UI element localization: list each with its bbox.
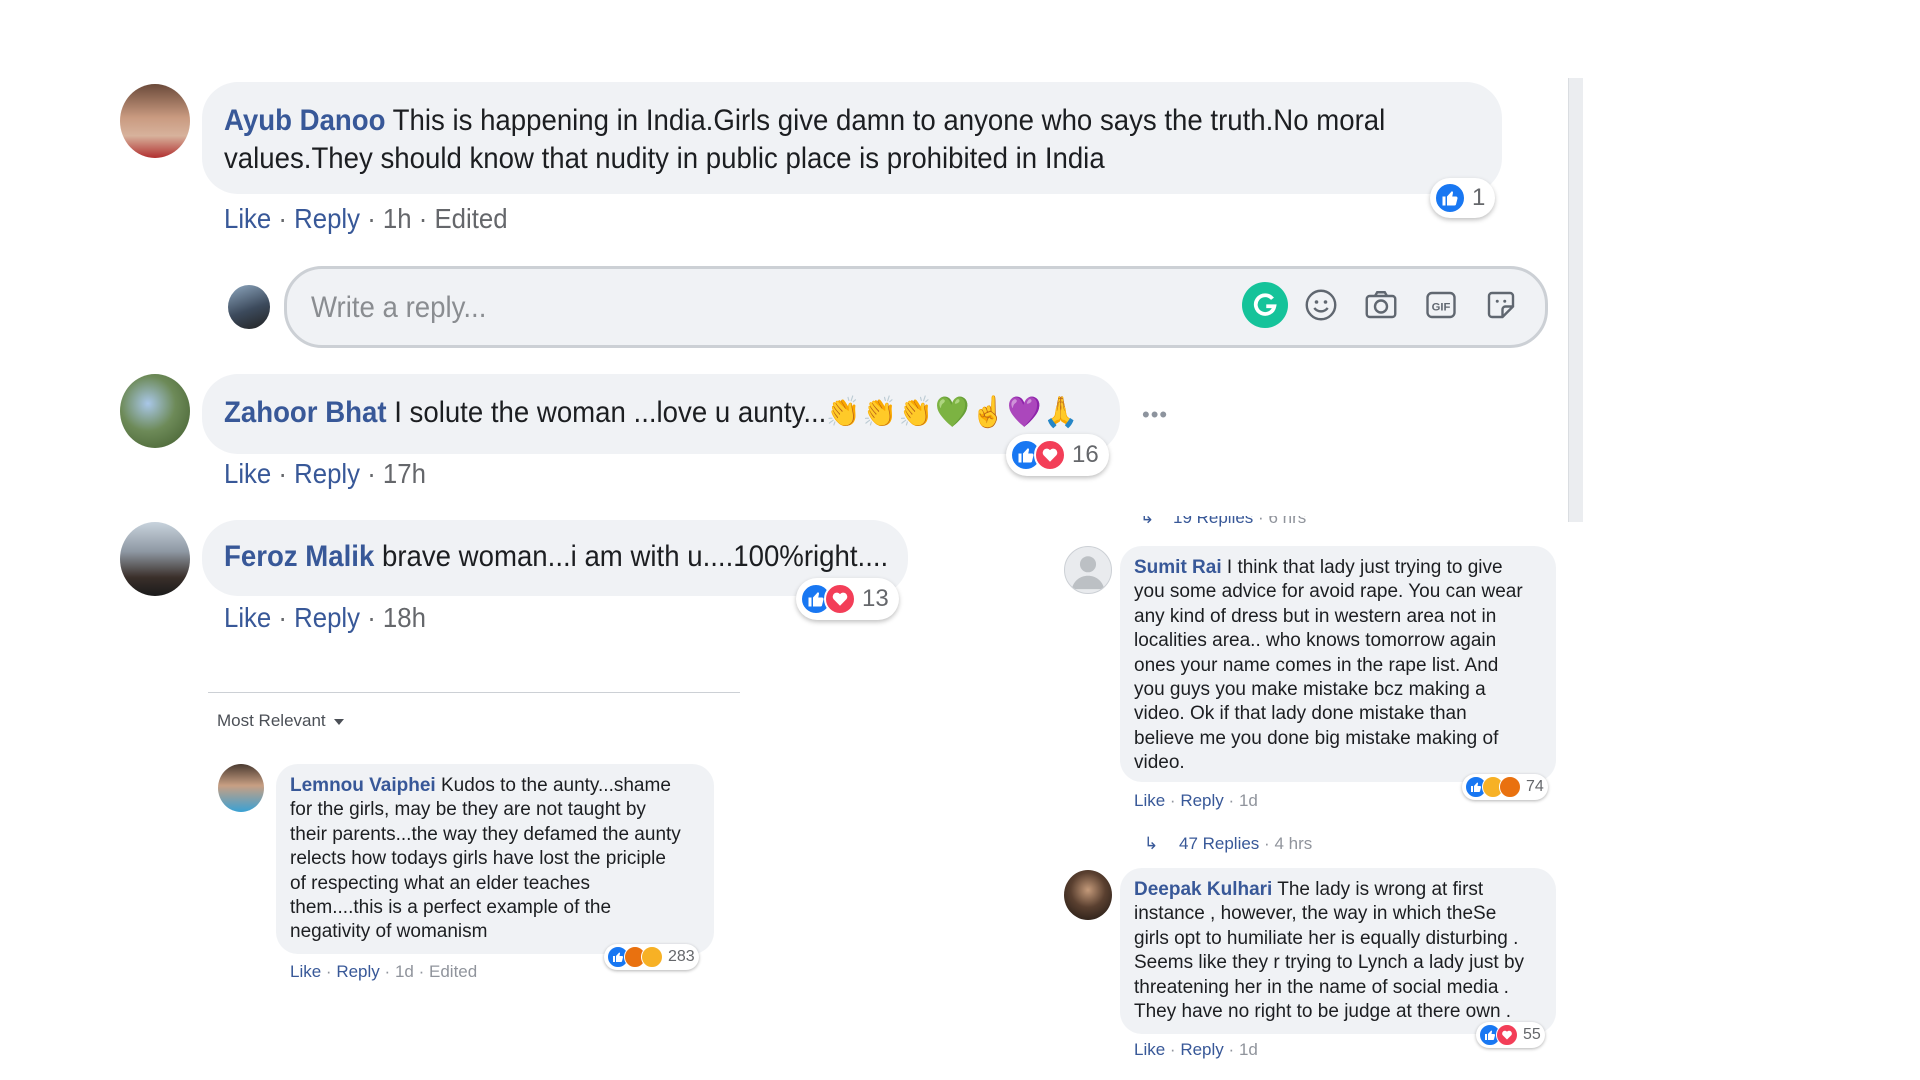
avatar[interactable]: [218, 764, 264, 812]
like-link[interactable]: Like: [290, 962, 321, 981]
reply-placeholder: Write a reply...: [311, 291, 487, 324]
comment-bubble: Lemnou Vaiphei Kudos to the aunty...sham…: [276, 764, 714, 954]
comment-actions: Like · Reply · 1d: [1134, 1040, 1258, 1059]
avatar: [228, 285, 270, 329]
comment-actions: Like · Reply · 1d: [1134, 791, 1258, 810]
comment-actions: Like · Reply · 1h · Edited: [224, 203, 508, 234]
like-reaction-icon: [1434, 182, 1466, 214]
timestamp[interactable]: 1d: [1239, 1040, 1258, 1059]
haha-reaction-icon: [641, 946, 663, 968]
like-link[interactable]: Like: [224, 602, 271, 633]
reply-link[interactable]: Reply: [294, 602, 360, 633]
reaction-summary[interactable]: 1: [1430, 178, 1496, 218]
divider: [208, 692, 740, 693]
reply-link[interactable]: Reply: [294, 203, 360, 234]
comment-bubble: Deepak Kulhari The lady is wrong at firs…: [1120, 868, 1556, 1034]
commenter-name[interactable]: Lemnou Vaiphei: [290, 775, 436, 796]
commenter-name[interactable]: Feroz Malik: [224, 540, 374, 573]
comment-bubble: Zahoor Bhat I solute the woman ...love u…: [202, 374, 1120, 454]
like-link[interactable]: Like: [224, 458, 271, 489]
reply-input[interactable]: Write a reply... GIF: [284, 266, 1548, 348]
commenter-name[interactable]: Deepak Kulhari: [1134, 879, 1272, 900]
love-reaction-icon: [1496, 1024, 1518, 1046]
reply-link[interactable]: Reply: [336, 962, 379, 981]
scrollbar[interactable]: [1568, 78, 1583, 522]
commenter-name[interactable]: Zahoor Bhat: [224, 396, 387, 429]
edited-label[interactable]: Edited: [434, 203, 507, 234]
more-options-button[interactable]: •••: [1142, 402, 1168, 428]
edited-label[interactable]: Edited: [429, 962, 477, 981]
reaction-count: 74: [1526, 778, 1544, 795]
grammarly-icon[interactable]: [1242, 282, 1288, 328]
avatar[interactable]: [120, 522, 190, 596]
reply-link[interactable]: Reply: [294, 458, 360, 489]
like-link[interactable]: Like: [224, 203, 271, 234]
reaction-count: 55: [1523, 1026, 1541, 1043]
gif-icon[interactable]: GIF: [1423, 287, 1459, 323]
commenter-name[interactable]: Ayub Danoo: [224, 104, 386, 137]
emoji-icon[interactable]: [1303, 287, 1339, 323]
svg-text:GIF: GIF: [1432, 301, 1451, 313]
timestamp[interactable]: 1h: [383, 203, 412, 234]
avatar[interactable]: [1064, 870, 1112, 920]
emoji-string: 👏👏👏💚☝💜🙏: [826, 396, 1080, 429]
reaction-summary[interactable]: 13: [796, 578, 899, 620]
reply-arrow-icon: ↳: [1140, 516, 1155, 527]
reply-arrow-icon: ↳: [1144, 834, 1159, 853]
view-replies-link[interactable]: ↳ 47 Replies · 4 hrs: [1144, 834, 1312, 854]
timestamp[interactable]: 1d: [395, 962, 414, 981]
reaction-count: 1: [1472, 184, 1486, 211]
avatar[interactable]: [120, 374, 190, 448]
comment-bubble: Ayub Danoo This is happening in India.Gi…: [202, 82, 1502, 194]
camera-icon[interactable]: [1363, 287, 1399, 323]
reaction-count: 283: [668, 948, 695, 965]
love-reaction-icon: [1034, 439, 1066, 471]
comment-actions: Like · Reply · 18h: [224, 602, 426, 633]
like-link[interactable]: Like: [1134, 1040, 1165, 1059]
angry-reaction-icon: [1499, 776, 1521, 798]
replies-link-cropped[interactable]: ↳ 19 Replies · 6 hrs: [1140, 516, 1360, 530]
reaction-summary[interactable]: 74: [1462, 774, 1548, 800]
reaction-count: 13: [862, 585, 889, 612]
comment-text: brave woman...i am with u....100%right..…: [374, 540, 889, 573]
reaction-summary[interactable]: 16: [1006, 434, 1109, 476]
timestamp[interactable]: 17h: [383, 458, 426, 489]
sticker-icon[interactable]: [1483, 287, 1519, 323]
comment-actions: Like · Reply · 17h: [224, 458, 426, 489]
like-link[interactable]: Like: [1134, 791, 1165, 810]
avatar[interactable]: [1064, 546, 1112, 594]
avatar[interactable]: [120, 84, 190, 158]
commenter-name[interactable]: Sumit Rai: [1134, 557, 1222, 578]
timestamp[interactable]: 18h: [383, 602, 426, 633]
comment-text: values.They should know that nudity in p…: [224, 142, 1105, 175]
default-avatar-icon: [1071, 556, 1105, 590]
comment-text: I solute the woman ...love u aunty...: [386, 396, 827, 429]
sort-dropdown[interactable]: Most Relevant: [217, 711, 345, 731]
comment-actions: Like · Reply · 1d · Edited: [290, 962, 478, 981]
love-reaction-icon: [824, 583, 856, 615]
reaction-summary[interactable]: 283: [604, 944, 699, 970]
reply-link[interactable]: Reply: [1180, 791, 1223, 810]
reaction-summary[interactable]: 55: [1476, 1022, 1545, 1048]
reply-link[interactable]: Reply: [1180, 1040, 1223, 1059]
reaction-count: 16: [1072, 441, 1099, 468]
comment-bubble: Sumit Rai I think that lady just trying …: [1120, 546, 1556, 782]
sort-label: Most Relevant: [217, 711, 326, 730]
comment-text: This is happening in India.Girls give da…: [385, 104, 1386, 137]
caret-down-icon: [334, 718, 345, 725]
timestamp[interactable]: 1d: [1239, 791, 1258, 810]
